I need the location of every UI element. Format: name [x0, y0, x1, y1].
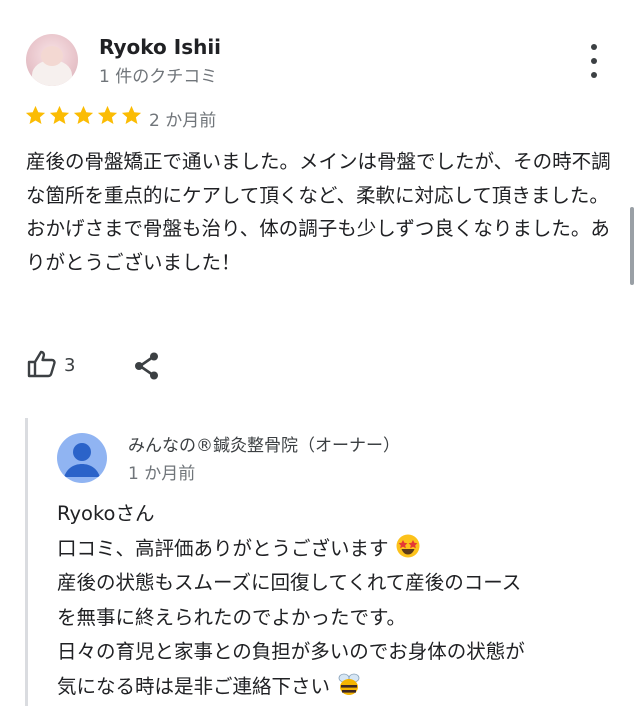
reply-line: 口コミ、高評価ありがとうございます	[57, 532, 627, 567]
reviewer-meta: 1 件のクチコミ	[99, 67, 218, 87]
reply-line: 日々の育児と家事との負担が多いのでお身体の状態が	[57, 640, 525, 663]
person-icon	[64, 443, 100, 477]
thumb-up-icon[interactable]	[26, 349, 58, 379]
scrollbar-thumb[interactable]	[630, 207, 634, 285]
reply-divider	[25, 418, 28, 706]
reply-line: 産後の状態もスムーズに回復してくれて産後のコース	[57, 571, 522, 594]
reply-line: 気になる時は是非ご連絡下さい	[57, 670, 627, 705]
star-struck-emoji	[396, 534, 420, 557]
rating-stars	[24, 104, 143, 127]
star-icon	[97, 105, 118, 125]
like-count: 3	[64, 355, 76, 376]
more-vert-icon[interactable]	[580, 44, 608, 78]
star-icon	[73, 105, 94, 125]
bee-emoji	[338, 673, 360, 695]
owner-avatar	[57, 433, 107, 483]
owner-reply-time: 1 か月前	[128, 464, 196, 484]
avatar-face	[41, 46, 63, 66]
review-time: 2 か月前	[149, 111, 217, 131]
star-icon	[121, 105, 142, 125]
owner-name: みんなの®鍼灸整骨院（オーナー）	[128, 436, 400, 456]
star-icon	[49, 105, 70, 125]
reply-line: Ryokoさん	[57, 502, 155, 525]
reviewer-avatar[interactable]	[26, 34, 78, 86]
star-icon	[25, 105, 46, 125]
reply-line: を無事に終えられたのでよかったです。	[57, 605, 407, 629]
reply-line-text: 気になる時は是非ご連絡下さい	[57, 674, 331, 698]
share-icon[interactable]	[131, 350, 163, 382]
review-text: 産後の骨盤矯正で通いました。メインは骨盤でしたが、その時不調な箇所を重点的にケア…	[26, 150, 611, 274]
reviewer-name[interactable]: Ryoko Ishii	[99, 35, 221, 59]
owner-reply-text: Ryokoさん 口コミ、高評価ありがとうございます 産後の状態もスムーズに回復し…	[57, 497, 627, 704]
reply-line-text: 口コミ、高評価ありがとうございます	[57, 536, 389, 560]
